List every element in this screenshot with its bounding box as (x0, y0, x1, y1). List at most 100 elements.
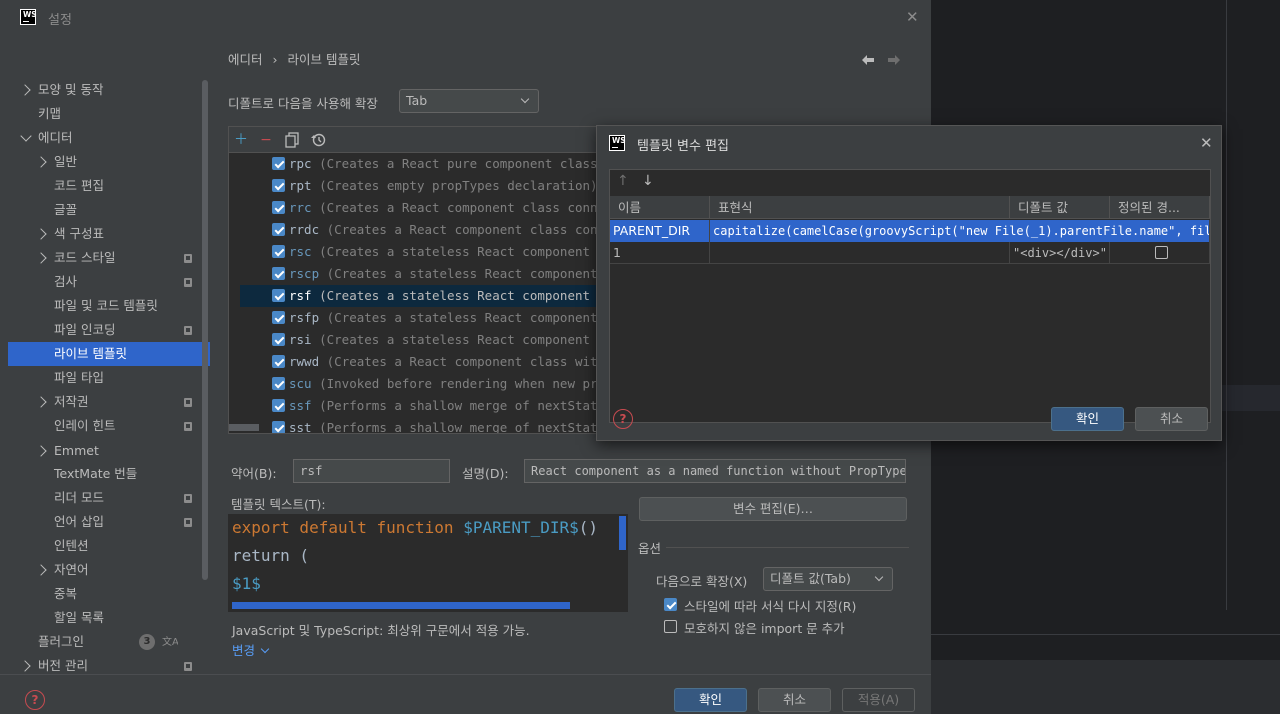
sidebar-item-intentions[interactable]: 인텐션 (8, 534, 210, 558)
cancel-button[interactable]: 취소 (758, 688, 831, 712)
reformat-checkbox[interactable] (664, 598, 677, 611)
sidebar-item-live-templates[interactable]: 라이브 템플릿 (8, 342, 210, 366)
apply-button[interactable]: 적용(A) (842, 688, 915, 712)
chevron-right-icon[interactable] (35, 564, 47, 576)
template-row[interactable]: rpc (Creates a React pure component clas… (229, 153, 607, 175)
template-row[interactable]: rrdc (Creates a React component class co… (229, 219, 607, 241)
shorten-fq-checkbox[interactable] (664, 620, 677, 633)
template-enabled-checkbox[interactable] (272, 267, 285, 280)
restore-icon[interactable] (311, 132, 327, 148)
sidebar-item-code-editing[interactable]: 코드 편집 (8, 174, 210, 198)
sidebar-item-keymap[interactable]: 키맵 (8, 102, 210, 126)
sidebar-item-color-scheme[interactable]: 색 구성표 (8, 222, 210, 246)
sidebar-item-file-templates[interactable]: 파일 및 코드 템플릿 (8, 294, 210, 318)
dialog-cancel-button[interactable]: 취소 (1135, 407, 1208, 431)
template-enabled-checkbox[interactable] (272, 311, 285, 324)
expand-with-combo[interactable]: Tab (399, 89, 539, 113)
template-enabled-checkbox[interactable] (272, 421, 285, 433)
add-icon[interactable]: ＋ (232, 131, 250, 149)
sidebar-item-appearance[interactable]: 모양 및 동작 (8, 78, 210, 102)
column-header-name[interactable]: 이름 (610, 196, 710, 219)
chevron-down-icon[interactable] (20, 130, 32, 142)
template-enabled-checkbox[interactable] (272, 157, 285, 170)
change-contexts-link[interactable]: 변경 (232, 640, 270, 659)
var-expression-cell[interactable] (710, 242, 1010, 264)
sidebar-item-plugins[interactable]: 플러그인 3 文A (8, 630, 210, 654)
sidebar-item-reader-mode[interactable]: 리더 모드 (8, 486, 210, 510)
sidebar-item-copyright[interactable]: 저작권 (8, 390, 210, 414)
template-enabled-checkbox[interactable] (272, 355, 285, 368)
template-row[interactable]: rsi (Creates a stateless React component… (229, 329, 607, 351)
forward-arrow-icon[interactable] (887, 54, 901, 66)
abbreviation-input[interactable]: rsf (293, 459, 450, 483)
template-row[interactable]: rpt (Creates empty propTypes declaration… (229, 175, 607, 197)
template-row[interactable]: rrc (Creates a React component class con… (229, 197, 607, 219)
editor-hscrollbar[interactable] (232, 602, 570, 609)
dialog-ok-button[interactable]: 확인 (1051, 407, 1124, 431)
column-header-default[interactable]: 디폴트 값 (1010, 196, 1110, 219)
template-row-selected[interactable]: rsf (Creates a stateless React component… (240, 285, 607, 307)
template-enabled-checkbox[interactable] (272, 333, 285, 346)
chevron-right-icon[interactable] (35, 396, 47, 408)
template-enabled-checkbox[interactable] (272, 179, 285, 192)
template-enabled-checkbox[interactable] (272, 201, 285, 214)
template-row[interactable]: rscp (Creates a stateless React componen… (229, 263, 607, 285)
templates-hscrollbar[interactable] (229, 424, 259, 431)
chevron-right-icon[interactable] (35, 228, 47, 240)
help-icon[interactable]: ? (25, 690, 45, 710)
template-text-editor[interactable]: export default function $PARENT_DIR$() r… (228, 514, 628, 612)
var-name-cell[interactable]: PARENT_DIR (610, 220, 710, 242)
expand-with-option-combo[interactable]: 디폴트 값(Tab) (763, 567, 893, 591)
copy-icon[interactable] (285, 132, 301, 148)
template-row[interactable]: rwwd (Creates a React component class wi… (229, 351, 607, 373)
ok-button[interactable]: 확인 (674, 688, 747, 712)
template-enabled-checkbox[interactable] (272, 223, 285, 236)
template-row[interactable]: scu (Invoked before rendering when new p… (229, 373, 607, 395)
var-default-cell[interactable]: "<div></div>" (1010, 242, 1110, 264)
breadcrumb-editor[interactable]: 에디터 (228, 52, 263, 67)
sidebar-item-todo[interactable]: 할일 목록 (8, 606, 210, 630)
edit-variables-button[interactable]: 변수 편집(E)… (639, 497, 907, 521)
skip-if-defined-checkbox[interactable] (1155, 246, 1168, 259)
templates-tree[interactable]: ＋ − rpc (Creates a React pure component … (228, 126, 608, 434)
sidebar-item-textmate[interactable]: TextMate 번들 (8, 462, 210, 486)
template-enabled-checkbox[interactable] (272, 399, 285, 412)
variables-table[interactable]: ↑ ↓ 이름 표현식 디폴트 값 정의된 경... PARENT_DIR cap… (609, 169, 1211, 423)
template-enabled-checkbox[interactable] (272, 289, 285, 302)
sidebar-item-font[interactable]: 글꼴 (8, 198, 210, 222)
description-input[interactable]: React component as a named function with… (524, 459, 906, 483)
sidebar-item-emmet[interactable]: Emmet (8, 439, 210, 463)
chevron-right-icon[interactable] (19, 84, 31, 96)
dialog-help-icon[interactable]: ? (613, 409, 633, 429)
sidebar-item-code-style[interactable]: 코드 스타일 (8, 246, 210, 270)
chevron-right-icon[interactable] (19, 660, 31, 672)
sidebar-item-editor[interactable]: 에디터 (8, 126, 210, 150)
template-row[interactable]: sst (Performs a shallow merge of nextSta… (229, 417, 607, 433)
sidebar-item-language-injections[interactable]: 언어 삽입 (8, 510, 210, 534)
template-enabled-checkbox[interactable] (272, 245, 285, 258)
var-skip-cell[interactable] (1110, 242, 1210, 264)
remove-icon[interactable]: − (257, 131, 275, 149)
move-down-icon[interactable]: ↓ (642, 173, 654, 189)
template-row[interactable]: ssf (Performs a shallow merge of nextSta… (229, 395, 607, 417)
dialog-close-icon[interactable]: ✕ (1200, 134, 1213, 152)
sidebar-item-file-types[interactable]: 파일 타입 (8, 366, 210, 390)
close-icon[interactable]: ✕ (906, 8, 919, 26)
var-expression-cell[interactable]: capitalize(camelCase(groovyScript("new F… (710, 220, 1210, 242)
var-name-cell[interactable]: 1 (610, 242, 710, 264)
move-up-icon[interactable]: ↑ (617, 173, 629, 189)
sidebar-item-duplicates[interactable]: 중복 (8, 582, 210, 606)
editor-vscrollbar[interactable] (619, 516, 626, 550)
column-header-expression[interactable]: 표현식 (710, 196, 1010, 219)
column-header-skip[interactable]: 정의된 경... (1110, 196, 1210, 219)
sidebar-item-inlay-hints[interactable]: 인레이 힌트 (8, 414, 210, 438)
template-row[interactable]: rsfp (Creates a stateless React componen… (229, 307, 607, 329)
chevron-right-icon[interactable] (35, 252, 47, 264)
chevron-right-icon[interactable] (35, 156, 47, 168)
template-row[interactable]: rsc (Creates a stateless React component… (229, 241, 607, 263)
sidebar-scrollbar[interactable] (202, 80, 208, 580)
sidebar-item-general[interactable]: 일반 (8, 150, 210, 174)
sidebar-item-file-encodings[interactable]: 파일 인코딩 (8, 318, 210, 342)
chevron-right-icon[interactable] (35, 445, 47, 457)
template-enabled-checkbox[interactable] (272, 377, 285, 390)
